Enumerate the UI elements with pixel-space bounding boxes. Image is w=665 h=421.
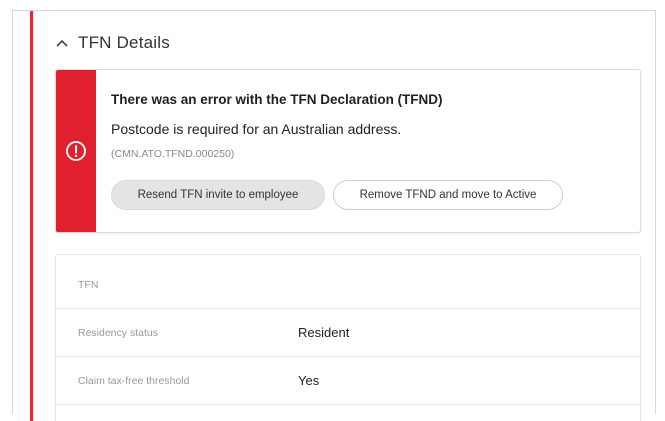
alert-circle-icon	[66, 141, 86, 161]
detail-row-tfn: TFN	[56, 261, 640, 309]
error-accent-bar	[30, 11, 33, 421]
page: TFN Details There was an error with the …	[0, 0, 665, 421]
error-code: (CMN.ATO.TFND.000250)	[111, 148, 235, 160]
section-toggle[interactable]: TFN Details	[56, 31, 170, 55]
detail-value: Yes	[298, 373, 320, 388]
tfn-details-table: TFN Residency status Resident Claim tax-…	[55, 254, 641, 421]
detail-label: Claim tax-free threshold	[78, 374, 190, 387]
error-strip	[56, 70, 96, 232]
detail-label: Residency status	[78, 326, 158, 339]
error-title: There was an error with the TFN Declarat…	[111, 92, 443, 107]
chevron-up-icon	[56, 38, 68, 48]
detail-label: TFN	[78, 278, 99, 291]
remove-tfnd-button[interactable]: Remove TFND and move to Active	[333, 180, 563, 210]
resend-tfn-invite-button[interactable]: Resend TFN invite to employee	[111, 180, 325, 210]
error-message: Postcode is required for an Australian a…	[111, 121, 402, 137]
section-title: TFN Details	[78, 33, 170, 52]
error-banner: There was an error with the TFN Declarat…	[55, 69, 641, 233]
detail-row-tax-free-threshold: Claim tax-free threshold Yes	[56, 357, 640, 405]
detail-row-residency: Residency status Resident	[56, 309, 640, 357]
detail-value: Resident	[298, 325, 350, 340]
